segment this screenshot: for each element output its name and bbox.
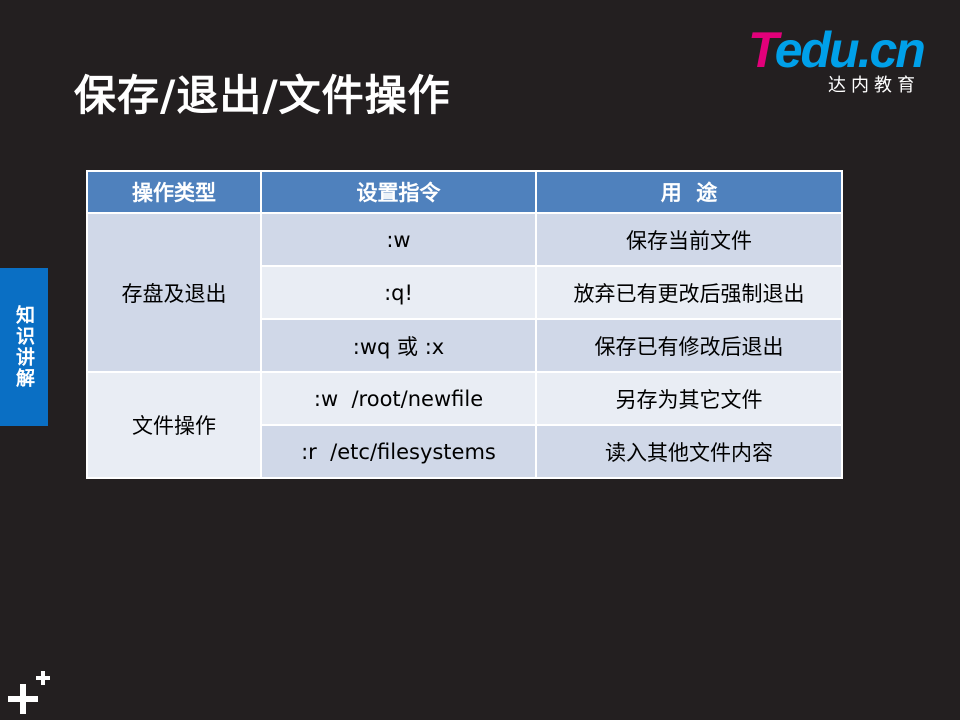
logo-wordmark: Tedu.cn — [748, 22, 926, 78]
command-cell: :wq 或 :x — [260, 318, 537, 373]
plus-plus-icon — [8, 671, 50, 714]
logo-letters-rest: edu.cn — [774, 22, 926, 78]
header-operation-type: 操作类型 — [86, 170, 262, 214]
purpose-cell: 另存为其它文件 — [535, 371, 843, 426]
type-cell: 存盘及退出 — [86, 212, 262, 373]
purpose-cell: 放弃已有更改后强制退出 — [535, 265, 843, 320]
slide-title: 保存/退出/文件操作 — [74, 71, 451, 120]
header-purpose: 用 途 — [535, 170, 843, 214]
table-row: 文件操作 :w /root/newfile 另存为其它文件 — [86, 371, 843, 479]
command-cell: :q! — [260, 265, 537, 320]
command-cell: :r /etc/filesystems — [260, 424, 537, 479]
vim-command-table: 操作类型 设置指令 用 途 存盘及退出 :w 保存当前文件 :q! 放弃已有更改… — [86, 170, 843, 479]
tedu-logo: Tedu.cn 达内教育 — [748, 22, 938, 102]
purpose-cell: 读入其他文件内容 — [535, 424, 843, 479]
type-cell: 文件操作 — [86, 371, 262, 479]
logo-letter-t: T — [748, 22, 777, 78]
command-cell: :w — [260, 212, 537, 267]
table-row: 存盘及退出 :w 保存当前文件 — [86, 212, 843, 373]
purpose-cell: 保存当前文件 — [535, 212, 843, 267]
logo-subtitle: 达内教育 — [828, 75, 920, 96]
side-tab-knowledge: 知识讲解 — [0, 268, 48, 426]
purpose-cell: 保存已有修改后退出 — [535, 318, 843, 373]
header-command: 设置指令 — [260, 170, 537, 214]
side-tab-label: 知识讲解 — [13, 305, 35, 389]
command-cell: :w /root/newfile — [260, 371, 537, 426]
table-header-row: 操作类型 设置指令 用 途 — [86, 170, 843, 214]
